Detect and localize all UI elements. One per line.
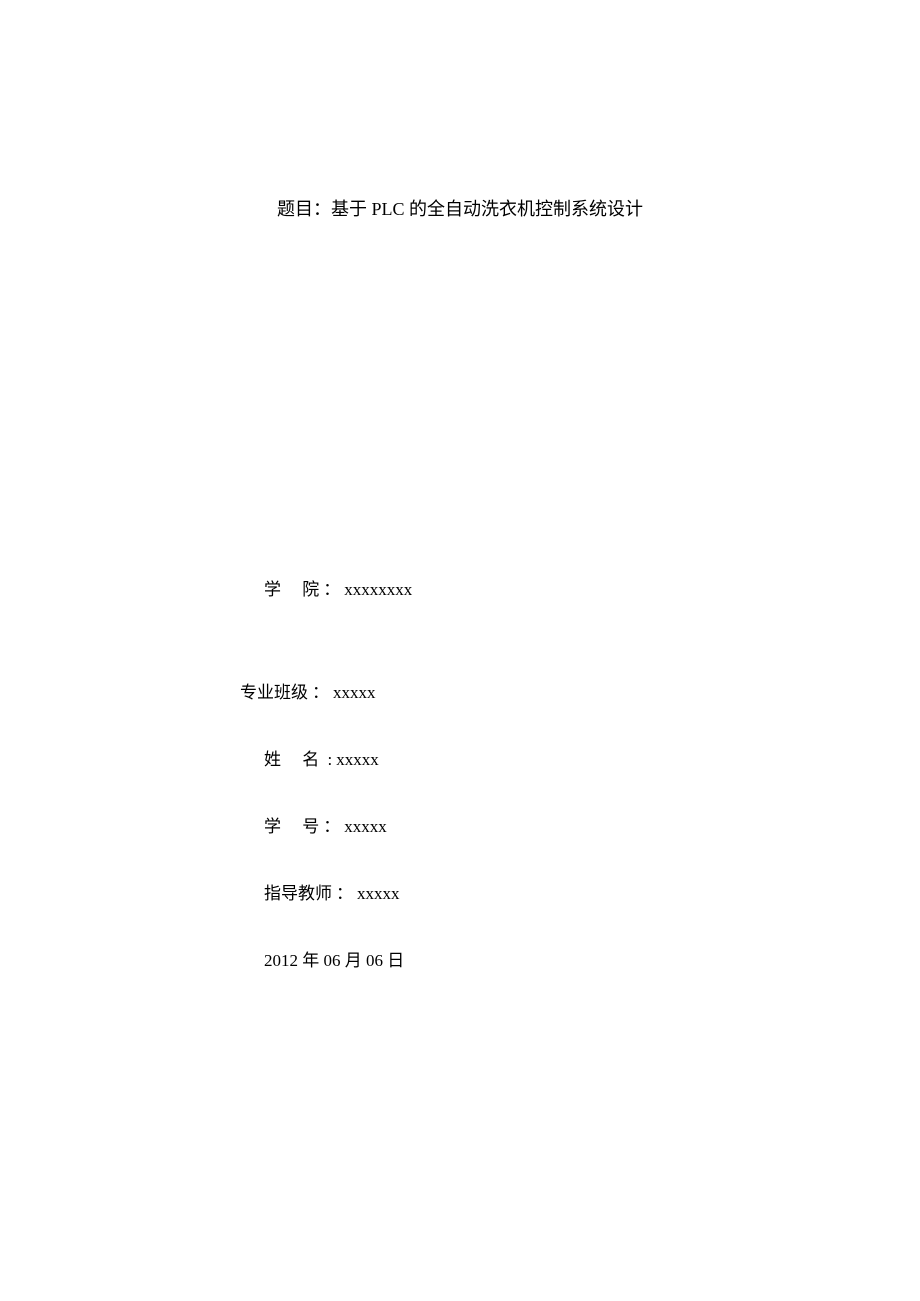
name-value: xxxxx [336, 750, 379, 770]
name-row: 姓 名 :xxxxx [264, 745, 412, 770]
date-value: 2012 年 06 月 06 日 [264, 946, 404, 971]
advisor-label: 指导教师 [264, 879, 332, 904]
name-colon: : [328, 750, 333, 770]
advisor-colon: ： [336, 879, 353, 904]
college-row: 学 院：xxxxxxxx [264, 575, 412, 600]
major-label: 专业班级 [240, 678, 308, 703]
student-id-label: 学 号 [264, 812, 319, 837]
student-id-value: xxxxx [344, 817, 387, 837]
advisor-value: xxxxx [357, 884, 400, 904]
major-row: 专业班级：xxxxx [240, 678, 412, 703]
college-label: 学 院 [264, 575, 319, 600]
title-prefix: 题目： [277, 199, 331, 219]
major-colon: ： [312, 678, 329, 703]
college-colon: ： [323, 575, 340, 600]
info-section: 学 院：xxxxxxxx 专业班级：xxxxx 姓 名 :xxxxx 学 号：x… [250, 575, 412, 1013]
major-value: xxxxx [333, 683, 376, 703]
student-id-row: 学 号：xxxxx [264, 812, 412, 837]
college-value: xxxxxxxx [344, 580, 412, 600]
title-text: 基于 PLC 的全自动洗衣机控制系统设计 [331, 199, 643, 219]
advisor-row: 指导教师：xxxxx [264, 879, 412, 904]
name-label: 姓 名 [264, 745, 319, 770]
student-id-colon: ： [323, 812, 340, 837]
document-title: 题目：基于 PLC 的全自动洗衣机控制系统设计 [0, 195, 920, 221]
date-row: 2012 年 06 月 06 日 [264, 946, 412, 971]
